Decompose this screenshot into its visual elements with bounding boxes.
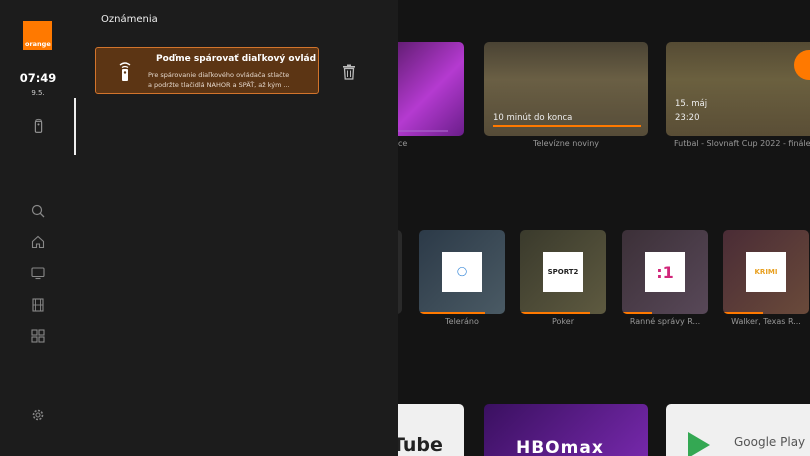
remote-control-icon	[118, 62, 132, 82]
progress-bar	[398, 130, 448, 132]
date-label: 15. máj	[675, 99, 708, 109]
search-icon[interactable]	[30, 203, 46, 219]
time-label: 23:20	[675, 113, 700, 123]
sidebar: orange 07:49 9.5.	[0, 0, 76, 456]
card-caption: Televízne noviny	[532, 139, 599, 148]
trash-icon[interactable]	[342, 64, 356, 80]
app-card-hbomax[interactable]: HBOmax	[484, 404, 648, 456]
sport2-logo: SPORT2	[543, 252, 583, 292]
app-card-youtube[interactable]: Tube	[398, 404, 464, 456]
channel-card[interactable]: ◯	[419, 230, 505, 314]
progress-bar	[520, 312, 590, 314]
card-caption: Teleráno	[445, 317, 479, 326]
date: 9.5.	[31, 89, 45, 97]
notification-title: Poďme spárovať diaľkový ovlád	[156, 54, 317, 64]
notification-body-line: Pre spárovanie diaľkového ovládača stlač…	[148, 71, 290, 79]
card-caption: Walker, Texas R...	[731, 317, 801, 326]
channel-card[interactable]: KRIMI	[723, 230, 809, 314]
settings-gear-icon[interactable]	[30, 407, 46, 423]
orange-logo: orange	[23, 21, 52, 50]
channel-card[interactable]	[398, 230, 402, 314]
markiza-logo-icon: ◯	[442, 252, 482, 292]
apps-grid-icon[interactable]	[30, 328, 46, 344]
app-label: HBOmax	[516, 438, 604, 456]
progress-bar	[622, 312, 652, 314]
notification-item[interactable]: Poďme spárovať diaľkový ovlád Pre spárov…	[95, 47, 319, 94]
krimi-logo: KRIMI	[746, 252, 786, 292]
app-card-google-play[interactable]: Google Play	[666, 404, 810, 456]
channel-card[interactable]: SPORT2	[520, 230, 606, 314]
home-icon[interactable]	[30, 234, 46, 250]
notifications-panel: Oznámenia Poďme spárovať diaľkový ovlád …	[76, 0, 398, 456]
progress-bar	[419, 312, 485, 314]
notification-body-line: a podržte tlačidlá NAHOR a SPÄŤ, až kým …	[148, 81, 290, 89]
app-label: Google Play	[734, 435, 806, 449]
card-caption: Futbal - Slovnaft Cup 2022 - finále	[674, 139, 810, 148]
panel-title: Oznámenia	[101, 14, 158, 25]
card-caption: Ranné správy R...	[629, 317, 701, 326]
content-card[interactable]: 10 minút do konca	[484, 42, 648, 136]
card-caption: Poker	[552, 317, 574, 326]
time-left-label: 10 minút do konca	[493, 113, 573, 123]
google-play-icon	[688, 432, 710, 456]
progress-bar	[493, 125, 641, 127]
content-card[interactable]: 15. máj 23:20	[666, 42, 810, 136]
remote-icon[interactable]	[30, 118, 46, 134]
tv-icon[interactable]	[30, 265, 46, 281]
content-area: ce 10 minút do konca Televízne noviny 15…	[398, 0, 810, 456]
film-icon[interactable]	[30, 297, 46, 313]
clock: 07:49	[19, 71, 57, 85]
card-caption: ce	[398, 139, 408, 148]
channel-card[interactable]: :1	[622, 230, 708, 314]
logo-text: orange	[25, 40, 51, 48]
jednotka-logo: :1	[645, 252, 685, 292]
content-card[interactable]	[398, 42, 464, 136]
app-label: Tube	[398, 434, 443, 456]
notification-body: Pre spárovanie diaľkového ovládača stlač…	[148, 70, 314, 90]
badge	[794, 50, 810, 80]
progress-bar	[723, 312, 763, 314]
